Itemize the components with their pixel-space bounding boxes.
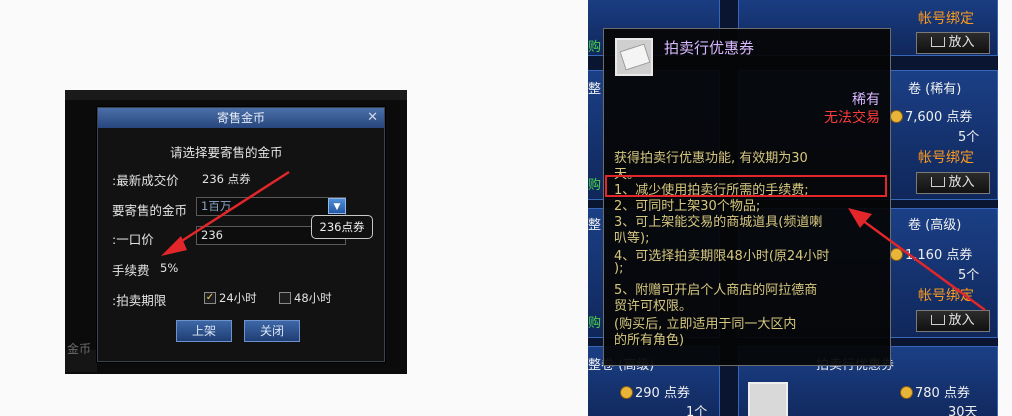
annotation-arrow-right [848, 208, 986, 312]
